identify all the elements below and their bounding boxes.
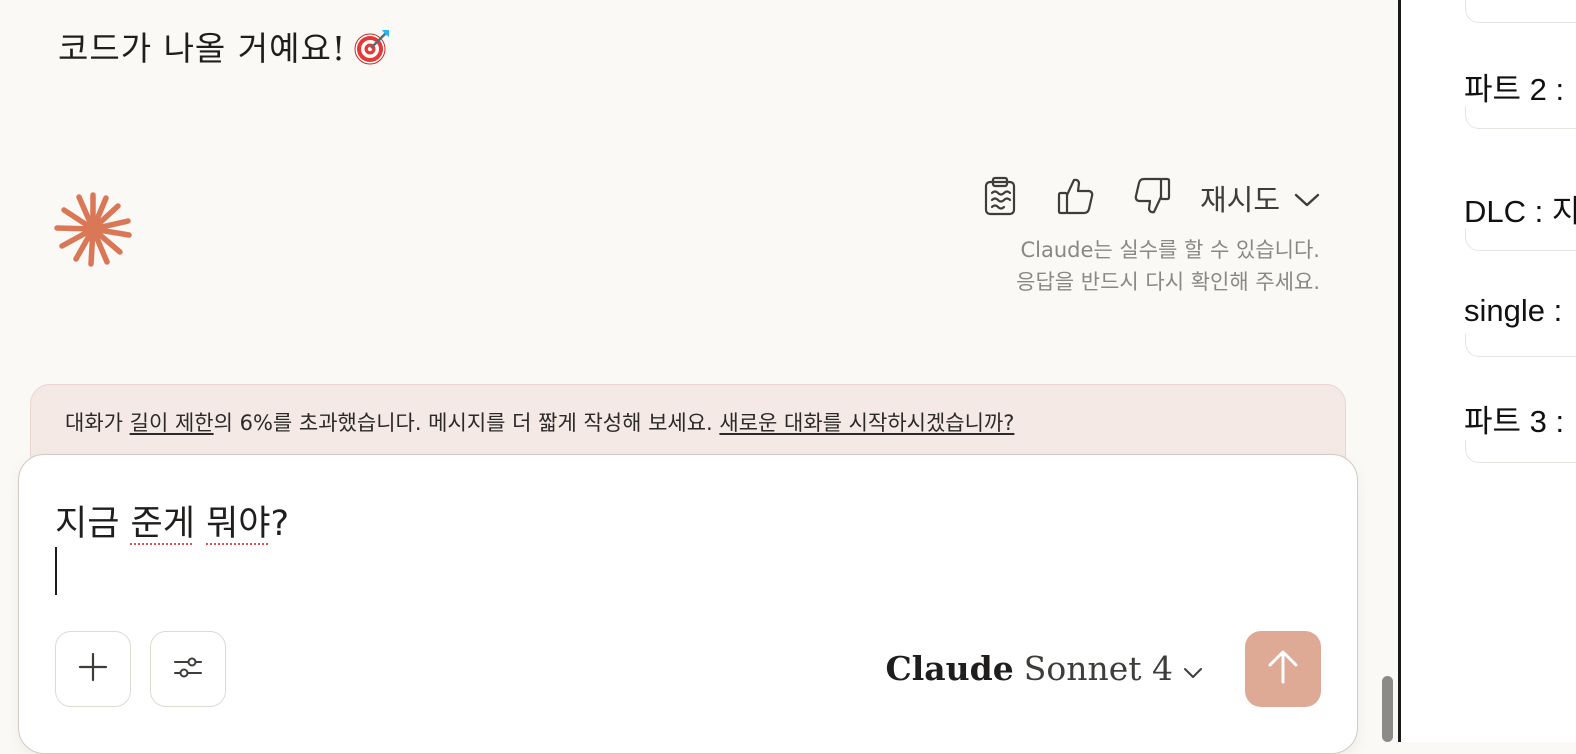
thumbs-down-button[interactable]: [1114, 174, 1190, 222]
side-item-dlc[interactable]: DLC : 지: [1464, 186, 1576, 231]
chevron-down-icon: [1294, 181, 1320, 215]
warning-text: 대화가 길이 제한의 6%를 초과했습니다. 메시지를 더 짧게 작성해 보세요…: [65, 407, 1014, 437]
text-caret: [55, 547, 57, 595]
model-name-rest: Sonnet 4: [1023, 649, 1173, 688]
message-actions: 재시도: [962, 174, 1320, 222]
thumbs-up-icon: [1057, 176, 1095, 220]
arrow-up-icon: [1267, 649, 1299, 689]
claude-logo-icon: [52, 188, 134, 270]
warning-middle: 의 6%를 초과했습니다. 메시지를 더 짧게 작성해 보세요.: [213, 411, 720, 435]
card-edge: [1465, 334, 1576, 357]
message-tail-text: 코드가 나올 거예요!: [58, 29, 347, 68]
artifact-panel: 파트 2 : DLC : 지 single : 파트 3 :: [1401, 0, 1576, 742]
message-composer[interactable]: 지금 준게 뭐야? Claude Sonnet 4: [18, 454, 1358, 754]
thumbs-down-icon: [1133, 176, 1171, 220]
model-name-bold: Claude: [885, 649, 1014, 688]
card-edge: [1465, 0, 1576, 23]
clipboard-icon: [983, 176, 1017, 220]
sliders-icon: [173, 654, 203, 684]
retry-label: 재시도: [1199, 183, 1280, 217]
tools-button[interactable]: [150, 631, 226, 707]
plus-icon: [78, 652, 108, 686]
model-selector[interactable]: Claude Sonnet 4: [885, 649, 1203, 688]
composer-word-2: 준게: [130, 504, 195, 544]
disclaimer: Claude는 실수를 할 수 있습니다. 응답을 반드시 다시 확인해 주세요…: [1016, 234, 1320, 298]
scrollbar-thumb[interactable]: [1382, 676, 1393, 742]
chevron-down-icon: [1183, 649, 1203, 688]
copy-button[interactable]: [962, 174, 1038, 222]
side-item-part3[interactable]: 파트 3 :: [1464, 396, 1564, 441]
thumbs-up-button[interactable]: [1038, 174, 1114, 222]
send-button[interactable]: [1245, 631, 1321, 707]
card-edge: [1465, 106, 1576, 129]
card-edge: [1465, 228, 1576, 251]
add-attachment-button[interactable]: [55, 631, 131, 707]
side-item-part2[interactable]: 파트 2 :: [1464, 64, 1564, 109]
length-limit-link[interactable]: 길이 제한: [130, 411, 214, 435]
composer-punct: ?: [270, 504, 290, 544]
disclaimer-line-1: Claude는 실수를 할 수 있습니다.: [1020, 238, 1320, 262]
new-chat-link[interactable]: 새로운 대화를 시작하시겠습니까?: [719, 411, 1014, 435]
card-edge: [1465, 440, 1576, 463]
composer-word-3: 뭐야: [206, 504, 271, 544]
side-item-single[interactable]: single :: [1464, 293, 1562, 329]
target-emoji-icon: [352, 27, 392, 75]
disclaimer-line-2: 응답을 반드시 다시 확인해 주세요.: [1016, 270, 1320, 294]
composer-input[interactable]: 지금 준게 뭐야?: [55, 495, 289, 546]
assistant-message-text: 코드가 나올 거예요!: [58, 22, 392, 75]
composer-word-1: 지금: [55, 504, 120, 544]
warning-prefix: 대화가: [65, 411, 130, 435]
retry-button[interactable]: 재시도: [1200, 177, 1320, 219]
chat-main: 코드가 나올 거예요! 재시도 Claude는 실수를 할 수 있습니다. 응답…: [0, 0, 1398, 754]
